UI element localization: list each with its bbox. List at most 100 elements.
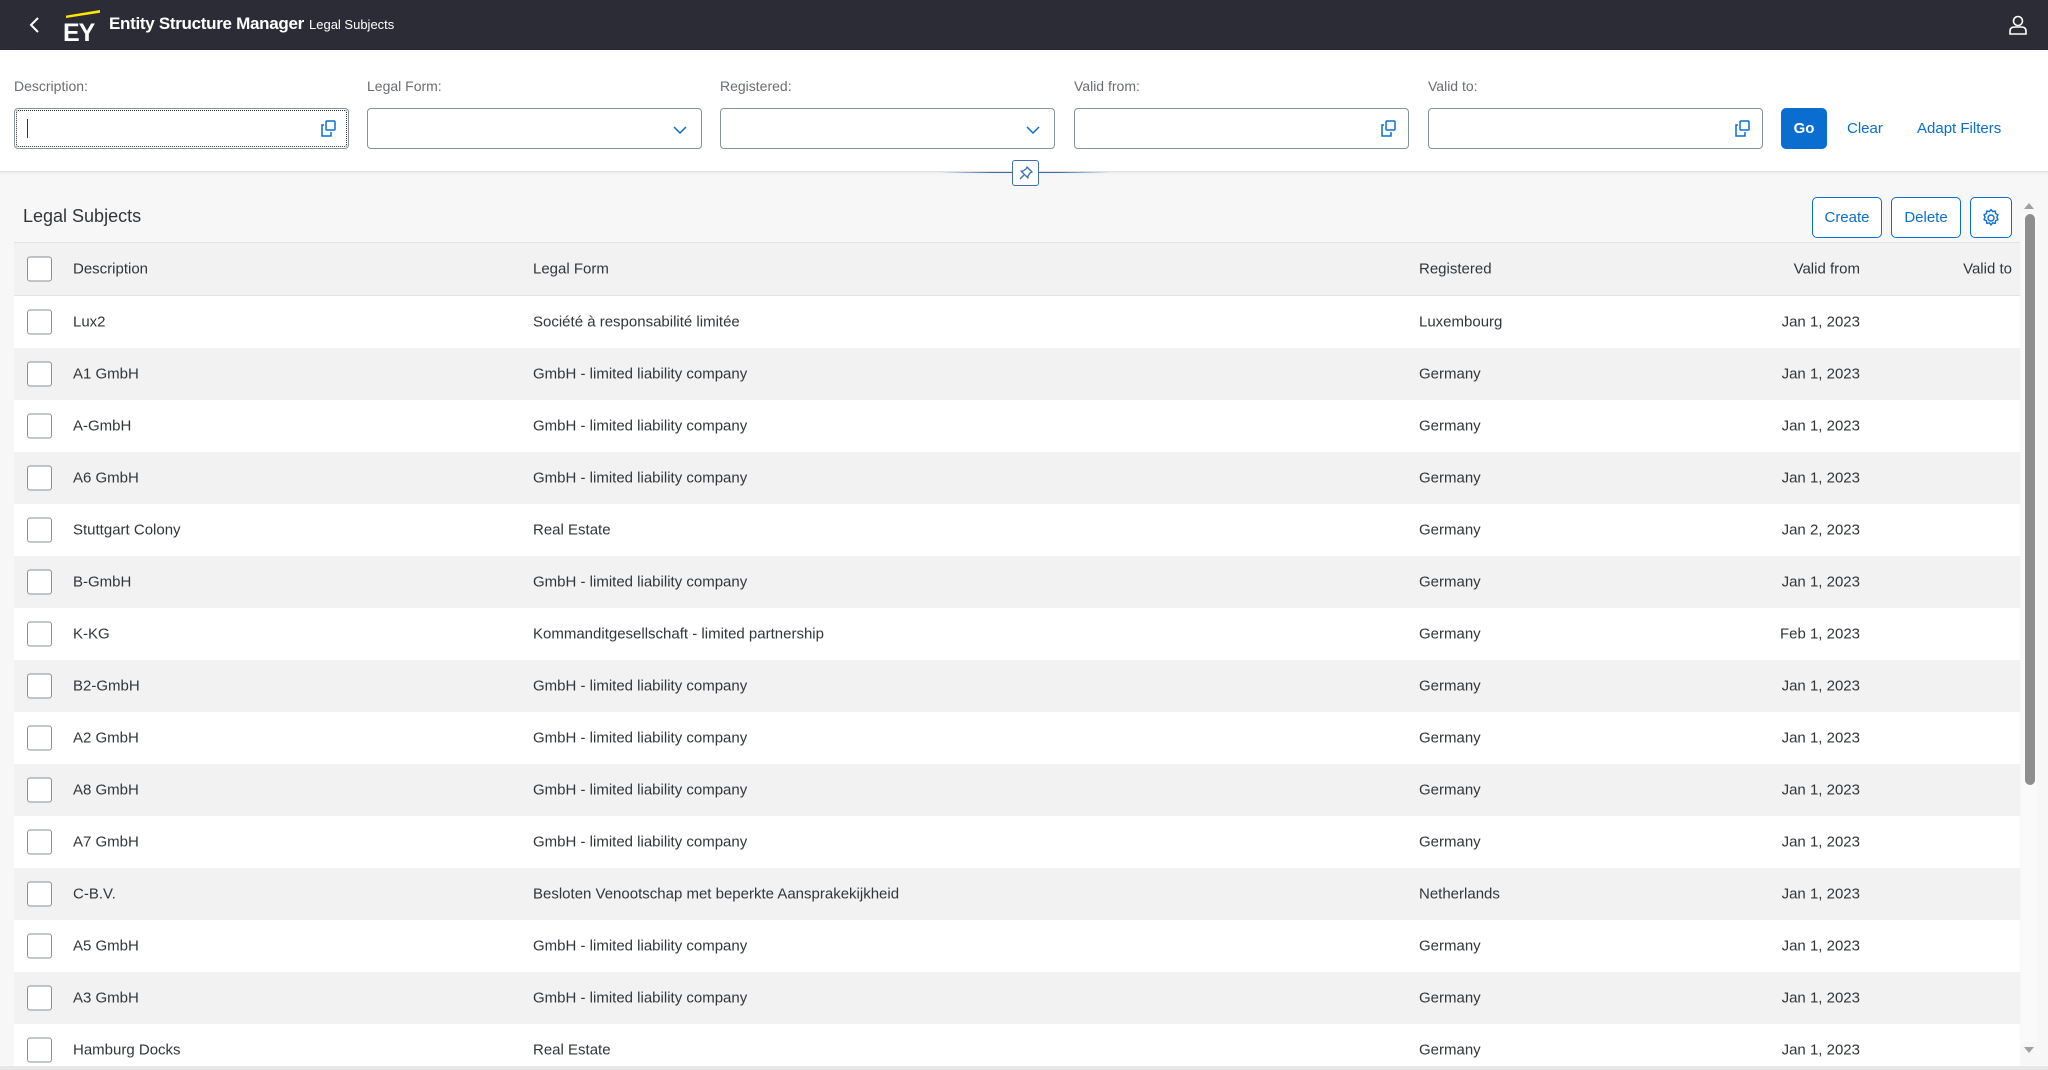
- cell-valid-from: Jan 1, 2023: [1781, 729, 1860, 747]
- text-caret: [27, 119, 28, 138]
- chevron-down-icon[interactable]: [671, 121, 689, 139]
- scroll-up-button[interactable]: [2022, 201, 2036, 211]
- table-row[interactable]: A8 GmbH GmbH - limited liability company G…: [14, 764, 2020, 816]
- cell-valid-from: Jan 1, 2023: [1781, 677, 1860, 695]
- table-row[interactable]: B2-GmbH GmbH - limited liability company G…: [14, 660, 2020, 712]
- cell-legal-form: Société à responsabilité limitée: [533, 313, 740, 331]
- row-checkbox[interactable]: [27, 777, 52, 803]
- table-row[interactable]: A2 GmbH GmbH - limited liability company G…: [14, 712, 2020, 764]
- table-row[interactable]: Lux2 Société à responsabilité limitée Luxe…: [14, 296, 2020, 348]
- cell-registered: Germany: [1419, 469, 1481, 487]
- cell-registered: Germany: [1419, 573, 1481, 591]
- table-row[interactable]: Stuttgart Colony Real Estate Germany Jan 2,…: [14, 504, 2020, 556]
- description-input[interactable]: [14, 108, 349, 149]
- filter-valid-from: Valid from:: [1074, 78, 1409, 149]
- valid-from-input[interactable]: [1074, 108, 1409, 149]
- table-row[interactable]: Hamburg Docks Real Estate Germany Jan 1, 20…: [14, 1024, 2020, 1070]
- row-checkbox[interactable]: [27, 881, 52, 907]
- cell-registered: Netherlands: [1419, 885, 1500, 903]
- cell-description: A7 GmbH: [73, 833, 139, 851]
- scrollbar-thumb[interactable]: [2025, 214, 2035, 786]
- pin-header-button[interactable]: [1012, 160, 1039, 186]
- cell-valid-from: Jan 1, 2023: [1781, 833, 1860, 851]
- column-header-legal-form[interactable]: Legal Form: [533, 261, 609, 278]
- row-checkbox[interactable]: [27, 621, 52, 647]
- row-checkbox[interactable]: [27, 361, 52, 387]
- logo-text: EY: [63, 19, 95, 47]
- create-button[interactable]: Create: [1812, 197, 1882, 238]
- cell-valid-from: Jan 1, 2023: [1781, 1041, 1860, 1059]
- go-button[interactable]: Go: [1781, 108, 1827, 149]
- row-checkbox[interactable]: [27, 725, 52, 751]
- cell-registered: Germany: [1419, 937, 1481, 955]
- cell-description: A5 GmbH: [73, 937, 139, 955]
- legal-form-select[interactable]: [367, 108, 702, 149]
- select-all-checkbox[interactable]: [27, 256, 52, 282]
- table-row[interactable]: A5 GmbH GmbH - limited liability company G…: [14, 920, 2020, 972]
- cell-description: B2-GmbH: [73, 677, 140, 695]
- column-header-valid-to[interactable]: Valid to: [1963, 261, 2012, 278]
- delete-button[interactable]: Delete: [1891, 197, 1961, 238]
- cell-registered: Germany: [1419, 989, 1481, 1007]
- row-checkbox[interactable]: [27, 933, 52, 959]
- cell-registered: Germany: [1419, 781, 1481, 799]
- cell-legal-form: GmbH - limited liability company: [533, 573, 748, 591]
- row-checkbox[interactable]: [27, 309, 52, 335]
- cell-valid-from: Jan 1, 2023: [1781, 781, 1860, 799]
- valid-to-input[interactable]: [1428, 108, 1763, 149]
- value-help-icon[interactable]: [1732, 119, 1752, 139]
- column-header-valid-from[interactable]: Valid from: [1794, 261, 1860, 278]
- cell-valid-from: Jan 1, 2023: [1781, 469, 1860, 487]
- cell-description: A6 GmbH: [73, 469, 139, 487]
- back-button[interactable]: [22, 11, 48, 39]
- column-header-registered[interactable]: Registered: [1419, 261, 1492, 278]
- table-row[interactable]: A7 GmbH GmbH - limited liability company G…: [14, 816, 2020, 868]
- table-header-row: Description Legal Form Registered Valid …: [14, 242, 2020, 296]
- registered-select[interactable]: [720, 108, 1055, 149]
- row-checkbox[interactable]: [27, 569, 52, 595]
- gear-icon: [1983, 208, 1999, 226]
- cell-registered: Germany: [1419, 365, 1481, 383]
- table-settings-button[interactable]: [1970, 197, 2012, 238]
- row-checkbox[interactable]: [27, 517, 52, 543]
- clear-button[interactable]: Clear: [1847, 108, 1883, 149]
- table-row[interactable]: C-B.V. Besloten Venootschap met beperkte …: [14, 868, 2020, 920]
- cell-legal-form: GmbH - limited liability company: [533, 469, 748, 487]
- cell-valid-from: Jan 1, 2023: [1781, 937, 1860, 955]
- cell-legal-form: GmbH - limited liability company: [533, 989, 748, 1007]
- adapt-filters-button[interactable]: Adapt Filters: [1917, 108, 2001, 149]
- table-row[interactable]: A1 GmbH GmbH - limited liability company G…: [14, 348, 2020, 400]
- user-menu-button[interactable]: [2006, 13, 2030, 37]
- row-checkbox[interactable]: [27, 413, 52, 439]
- cell-registered: Germany: [1419, 729, 1481, 747]
- table-row[interactable]: K-KG Kommanditgesellschaft - limited part…: [14, 608, 2020, 660]
- row-checkbox[interactable]: [27, 673, 52, 699]
- scroll-down-button[interactable]: [2022, 1045, 2036, 1055]
- value-help-icon[interactable]: [1378, 119, 1398, 139]
- table-row[interactable]: A-GmbH GmbH - limited liability company Ge…: [14, 400, 2020, 452]
- table-row[interactable]: B-GmbH GmbH - limited liability company Ge…: [14, 556, 2020, 608]
- filter-label: Valid to:: [1428, 78, 1478, 94]
- row-checkbox[interactable]: [27, 829, 52, 855]
- table-row[interactable]: A6 GmbH GmbH - limited liability company G…: [14, 452, 2020, 504]
- column-header-description[interactable]: Description: [73, 261, 148, 278]
- cell-legal-form: GmbH - limited liability company: [533, 365, 748, 383]
- scrollbar-track[interactable]: [2021, 214, 2037, 1042]
- caret-up-icon: [2024, 203, 2034, 209]
- caret-down-icon: [2024, 1047, 2034, 1053]
- cell-valid-from: Jan 2, 2023: [1781, 521, 1860, 539]
- cell-description: K-KG: [73, 625, 110, 643]
- cell-valid-from: Jan 1, 2023: [1781, 989, 1860, 1007]
- cell-description: A3 GmbH: [73, 989, 139, 1007]
- filter-description: Description:: [14, 78, 349, 149]
- chevron-down-icon[interactable]: [1024, 121, 1042, 139]
- cell-registered: Germany: [1419, 1041, 1481, 1059]
- row-checkbox[interactable]: [27, 1037, 52, 1063]
- value-help-icon[interactable]: [318, 119, 338, 139]
- user-icon: [2009, 15, 2027, 35]
- cell-legal-form: GmbH - limited liability company: [533, 417, 748, 435]
- row-checkbox[interactable]: [27, 465, 52, 491]
- row-checkbox[interactable]: [27, 985, 52, 1011]
- table-row[interactable]: A3 GmbH GmbH - limited liability company G…: [14, 972, 2020, 1024]
- cell-description: A8 GmbH: [73, 781, 139, 799]
